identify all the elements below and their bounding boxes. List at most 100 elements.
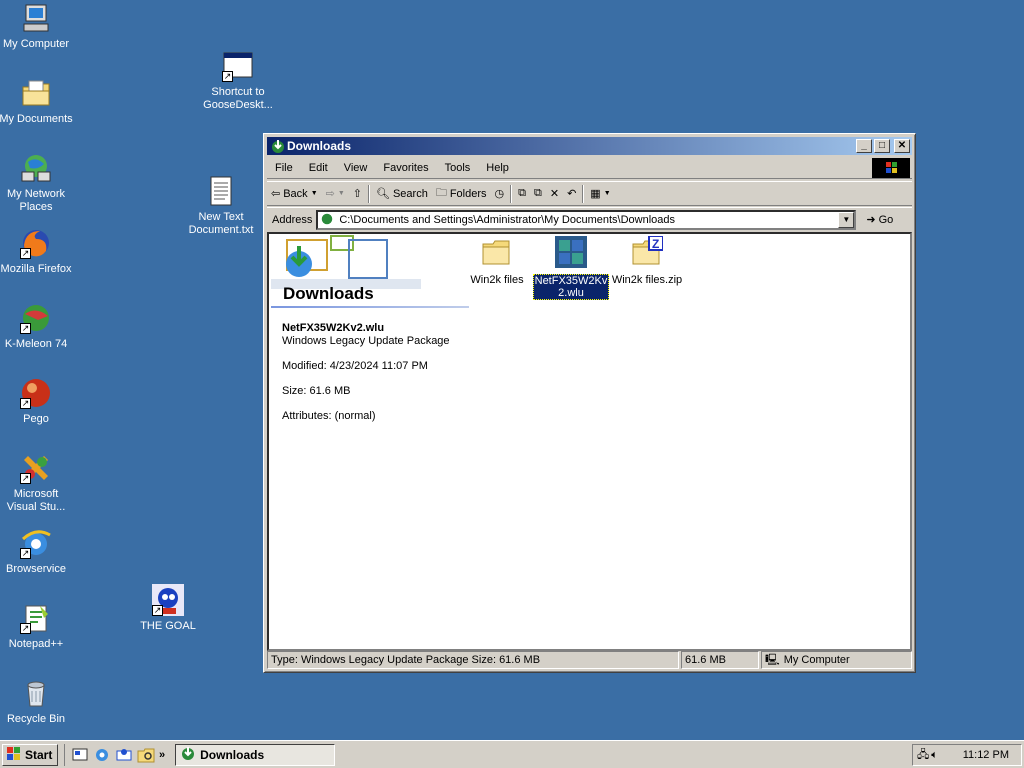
desktop-icon-pego[interactable]: ↗ Pego [0,377,74,426]
desktop-icon-label: Mozilla Firefox [0,263,72,275]
quick-launch: » [64,743,171,766]
title-bar[interactable]: Downloads _ □ ✕ [267,137,912,155]
selected-file-attributes: Attributes: (normal) [282,410,376,422]
menu-bar: File Edit View Favorites Tools Help [267,157,912,179]
status-text: Type: Windows Legacy Update Package Size… [267,651,679,669]
address-dropdown-button[interactable]: ▼ [838,211,855,228]
desktop-icon-visual-studio[interactable]: ↗ Microsoft Visual Stu... [0,452,74,514]
menu-favorites[interactable]: Favorites [375,162,436,174]
file-item-label: Win2k files.zip [611,274,683,286]
windows-logo-icon [872,158,910,178]
quick-launch-overflow-icon[interactable]: » [159,749,165,761]
views-button[interactable]: ▦ ▼ [586,183,614,205]
delete-icon: ✕ [549,188,560,200]
minimize-button[interactable]: _ [856,139,872,153]
desktop-icon-label: Recycle Bin [6,713,66,725]
address-value: C:\Documents and Settings\Administrator\… [339,213,675,226]
firefox-icon: ↗ [20,227,52,259]
desktop-icon-browservice[interactable]: ↗ Browservice [0,527,74,576]
start-button[interactable]: Start [2,743,58,766]
chevron-down-icon: ▼ [603,190,611,197]
k-meleon-icon: ↗ [20,302,52,334]
search-button[interactable]: 🔍︎ Search [372,183,432,205]
desktop-icon-label: Microsoft Visual Stu... [6,488,66,513]
file-item-netfx35w2kv2-wlu[interactable]: NetFX35W2Kv 2.wlu [533,236,609,300]
downloads-folder-icon [270,138,286,154]
copy-to-icon: ⧉ [533,187,542,199]
desktop-icon-my-documents[interactable]: My Documents [0,77,74,126]
web-view-panel: Downloads NetFX35W2Kv2.wlu Windows Legac… [271,234,469,649]
network-connection-icon[interactable]: 🖧 [917,746,929,765]
svg-text:Z: Z [652,237,659,251]
desktop-icon-label: Shortcut to GooseDeskt... [203,86,273,111]
maximize-button[interactable]: □ [874,139,890,153]
taskbar-item-downloads[interactable]: Downloads [175,743,336,766]
move-to-button[interactable]: ⧉ [514,183,530,205]
window-app-icon: ↗ [222,50,254,82]
menu-tools[interactable]: Tools [437,162,479,174]
desktop-icon-mozilla-firefox[interactable]: ↗ Mozilla Firefox [0,227,74,276]
history-button[interactable]: ◷ [491,183,509,205]
delete-button[interactable]: ✕ [546,183,563,205]
selected-file-modified: Modified: 4/23/2024 11:07 PM [282,360,428,372]
forward-arrow-icon: ⇨ [325,188,335,200]
windows-legacy-update-icon [555,236,587,268]
search-icon: 🔍︎ [376,188,390,200]
status-bar: Type: Windows Legacy Update Package Size… [267,651,912,669]
desktop-icon-label: K-Meleon 74 [4,338,68,350]
downloads-folder-icon [320,212,336,228]
forward-button[interactable]: ⇨ ▼ [322,183,349,205]
outlook-express-icon[interactable] [115,746,133,764]
show-desktop-icon[interactable] [71,746,89,764]
recycle-bin-icon [20,677,52,709]
speaker-icon[interactable]: 🔈︎ [931,749,938,762]
desktop-icon-notepad-plus-plus[interactable]: ↗ Notepad++ [0,602,74,651]
folders-button[interactable]: 🗀 Folders [432,183,491,205]
file-item-win2k-files-zip[interactable]: Z Win2k files.zip [609,235,685,286]
downloads-folder-icon [180,745,196,764]
file-item-win2k-files[interactable]: Win2k files [459,236,535,286]
menu-help[interactable]: Help [478,162,517,174]
computer-icon [20,2,52,34]
selected-file-size: Size: 61.6 MB [282,385,351,397]
go-button[interactable]: ➜ Go [866,213,893,227]
desktop-icon-my-computer[interactable]: My Computer [0,2,74,51]
desktop-icon-my-network-places[interactable]: My Network Places [0,152,74,214]
sonic-icon: ↗ [152,584,184,616]
clock[interactable]: 11:12 PM [963,749,1009,761]
menu-view[interactable]: View [336,162,376,174]
file-view[interactable]: Downloads NetFX35W2Kv2.wlu Windows Legac… [267,232,912,651]
go-arrow-icon: ➜ [866,214,876,226]
menu-file[interactable]: File [267,162,301,174]
copy-to-button[interactable]: ⧉ [530,183,546,205]
back-button[interactable]: ⇦ Back ▼ [267,183,322,205]
toolbar-separator [510,184,513,203]
desktop-icon-the-goal[interactable]: ↗ THE GOAL [130,584,206,633]
selected-file-type: Windows Legacy Update Package [282,335,450,347]
address-label: Address [272,213,313,226]
desktop-icon-new-text-document[interactable]: New Text Document.txt [183,175,259,237]
desktop-icon-label: Notepad++ [8,638,64,650]
file-item-label: NetFX35W2Kv 2.wlu [533,274,609,300]
address-input[interactable]: C:\Documents and Settings\Administrator\… [316,209,857,230]
desktop-icon-label: New Text Document.txt [188,211,254,236]
close-button[interactable]: ✕ [894,139,910,153]
pego-icon: ↗ [20,377,52,409]
history-icon: ◷ [494,188,505,200]
menu-edit[interactable]: Edit [301,162,336,174]
network-icon [20,152,52,184]
internet-explorer-icon[interactable] [93,746,111,764]
undo-button[interactable]: ↶ [563,183,580,205]
heading-underline [271,306,469,308]
desktop-icon-k-meleon[interactable]: ↗ K-Meleon 74 [0,302,74,351]
window-title: Downloads [287,139,352,153]
system-tray: 🖧 🔈︎ 11:12 PM [912,744,1022,766]
search-folder-icon[interactable] [137,746,155,764]
file-item-label: Win2k files [470,274,524,286]
explorer-window[interactable]: Downloads _ □ ✕ File Edit View Favorites… [263,133,916,673]
folders-icon: 🗀 [435,187,447,199]
up-folder-button[interactable]: ⇧ [349,183,366,205]
desktop-icon-goose-desktop-shortcut[interactable]: ↗ Shortcut to GooseDeskt... [200,50,276,112]
computer-icon: 🖳 [765,654,780,666]
desktop-icon-recycle-bin[interactable]: Recycle Bin [0,677,74,726]
